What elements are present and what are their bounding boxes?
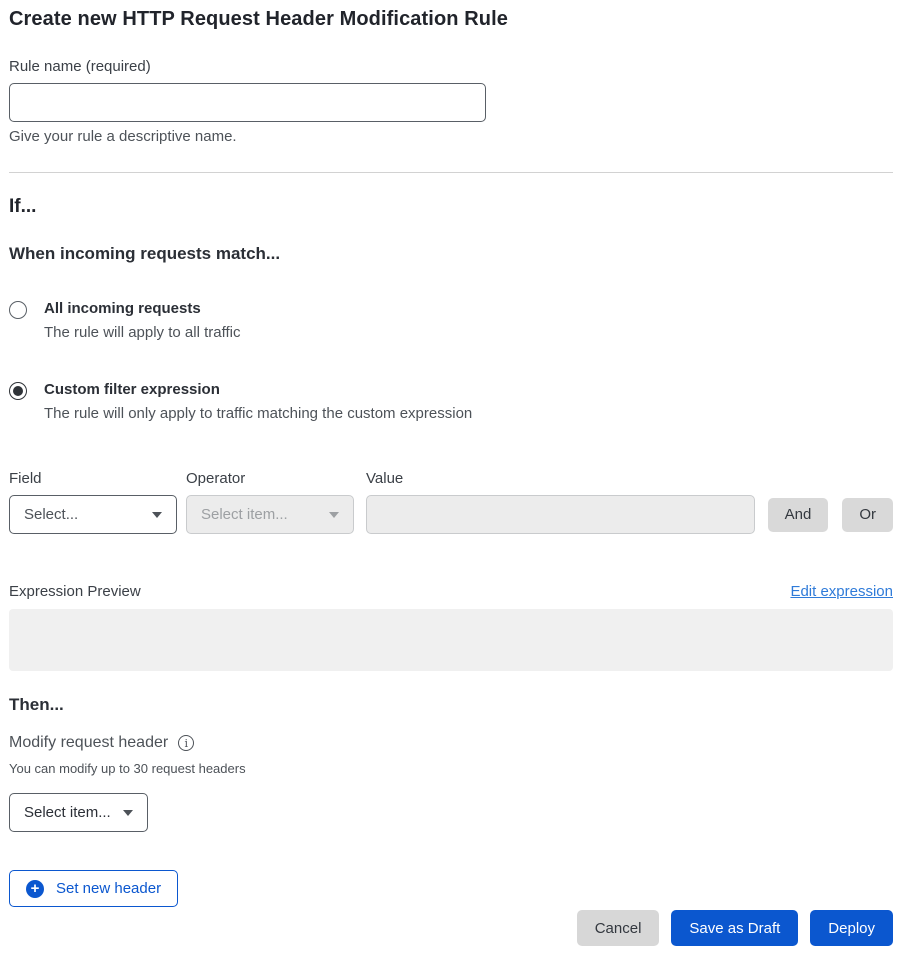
chevron-down-icon <box>329 512 339 518</box>
radio-option-texts: Custom filter expression The rule will o… <box>44 381 472 422</box>
rule-name-help: Give your rule a descriptive name. <box>9 128 893 145</box>
field-label: Field <box>9 470 186 487</box>
operator-label: Operator <box>186 470 366 487</box>
save-as-draft-button[interactable]: Save as Draft <box>671 910 798 946</box>
expression-preview-header: Expression Preview Edit expression <box>9 583 893 600</box>
then-heading: Then... <box>9 695 893 715</box>
rule-name-input[interactable] <box>9 83 486 122</box>
radio-option-custom-filter[interactable]: Custom filter expression The rule will o… <box>9 381 893 422</box>
create-rule-form: Create new HTTP Request Header Modificat… <box>0 0 899 956</box>
chevron-down-icon <box>152 512 162 518</box>
expression-preview-label: Expression Preview <box>9 583 141 600</box>
field-select-value: Select... <box>24 506 78 523</box>
deploy-button[interactable]: Deploy <box>810 910 893 946</box>
chevron-down-icon <box>123 810 133 816</box>
radio-option-description: The rule will only apply to traffic matc… <box>44 405 472 422</box>
radio-option-texts: All incoming requests The rule will appl… <box>44 300 240 341</box>
modify-header-label-row: Modify request header i <box>9 734 893 752</box>
if-heading: If... <box>9 196 893 218</box>
radio-option-label: All incoming requests <box>44 300 240 317</box>
cancel-button[interactable]: Cancel <box>577 910 660 946</box>
or-button[interactable]: Or <box>842 498 893 532</box>
radio-option-all-incoming[interactable]: All incoming requests The rule will appl… <box>9 300 893 341</box>
radio-option-label: Custom filter expression <box>44 381 472 398</box>
value-input[interactable] <box>366 495 755 534</box>
expression-preview-box <box>9 609 893 671</box>
radio-selected-icon[interactable] <box>9 382 27 400</box>
field-select[interactable]: Select... <box>9 495 177 534</box>
radio-unselected-icon[interactable] <box>9 301 27 319</box>
operator-select-value: Select item... <box>201 506 288 523</box>
header-item-select-value: Select item... <box>24 804 111 821</box>
expression-builder-row: Select... Select item... And Or <box>9 495 893 534</box>
radio-option-description: The rule will apply to all traffic <box>44 324 240 341</box>
header-item-select[interactable]: Select item... <box>9 793 148 832</box>
page-title: Create new HTTP Request Header Modificat… <box>9 8 893 31</box>
modify-header-label: Modify request header <box>9 734 168 752</box>
edit-expression-link[interactable]: Edit expression <box>790 583 893 600</box>
set-new-header-button[interactable]: + Set new header <box>9 870 178 907</box>
modify-header-help: You can modify up to 30 request headers <box>9 761 893 776</box>
match-subheading: When incoming requests match... <box>9 244 893 264</box>
expression-builder-labels: Field Operator Value <box>9 470 893 487</box>
rule-name-label: Rule name (required) <box>9 58 893 75</box>
and-button[interactable]: And <box>768 498 829 532</box>
section-divider <box>9 172 893 173</box>
plus-icon: + <box>26 880 44 898</box>
info-icon[interactable]: i <box>178 735 194 751</box>
value-label: Value <box>366 470 893 487</box>
footer-actions: Cancel Save as Draft Deploy <box>9 910 893 946</box>
operator-select[interactable]: Select item... <box>186 495 354 534</box>
set-new-header-label: Set new header <box>56 880 161 897</box>
